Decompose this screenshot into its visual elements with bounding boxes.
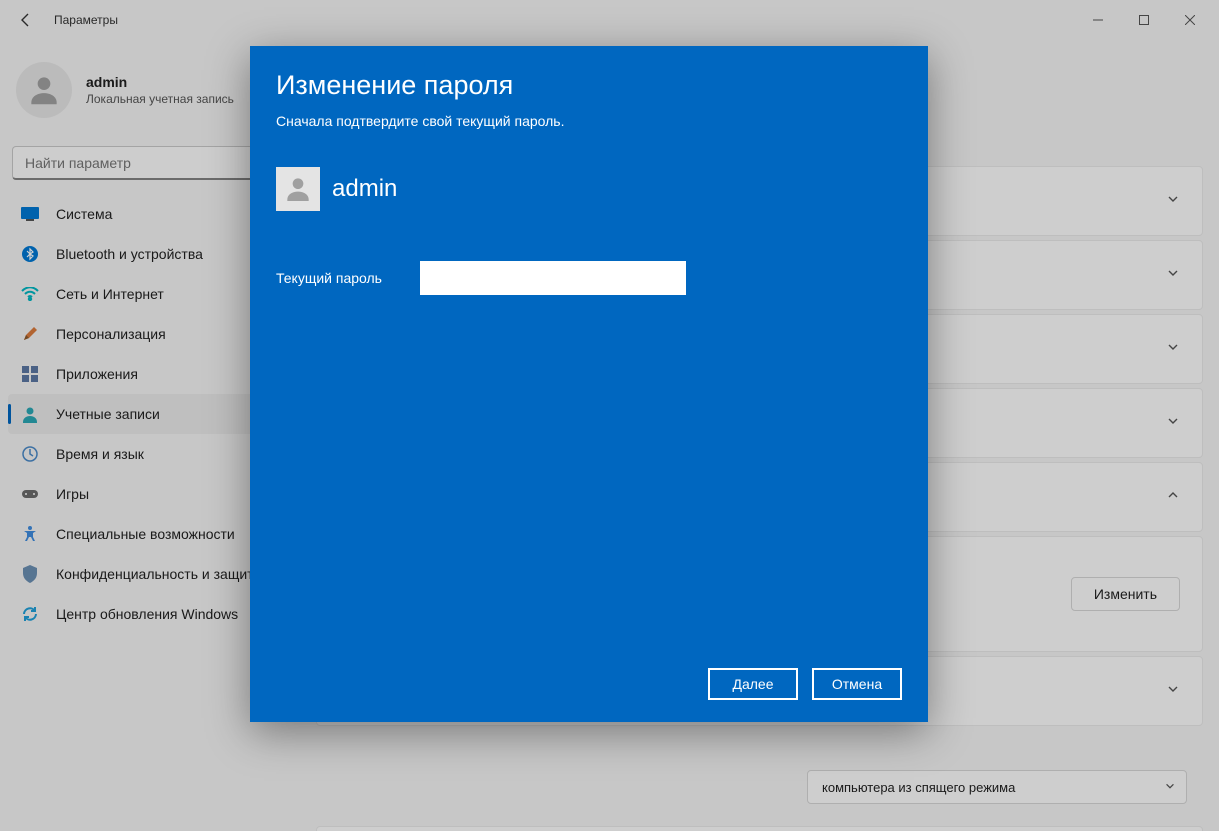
dialog-user: admin: [276, 167, 902, 211]
next-button[interactable]: Далее: [708, 668, 798, 700]
current-password-input[interactable]: [422, 263, 684, 293]
current-password-row: Текущий пароль: [276, 263, 902, 293]
current-password-label: Текущий пароль: [276, 270, 396, 286]
dialog-username: admin: [332, 175, 397, 203]
cancel-button[interactable]: Отмена: [812, 668, 902, 700]
dialog-subtitle: Сначала подтвердите свой текущий пароль.: [276, 113, 902, 129]
dialog-title: Изменение пароля: [276, 70, 902, 101]
person-icon: [282, 173, 314, 205]
avatar: [276, 167, 320, 211]
change-password-dialog: Изменение пароля Сначала подтвердите сво…: [250, 46, 928, 722]
